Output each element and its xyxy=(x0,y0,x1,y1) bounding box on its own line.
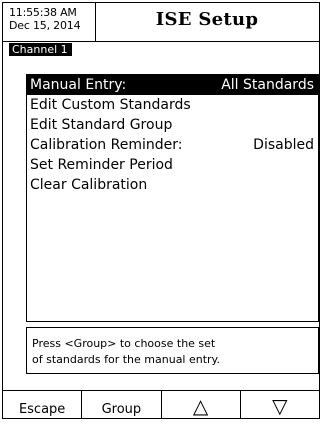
menu-item-label: Clear Calibration xyxy=(30,177,148,193)
menu-item-edit-custom-standards[interactable]: Edit Custom Standards xyxy=(27,95,318,115)
menu-item-value: Disabled xyxy=(253,137,314,153)
setup-menu: Manual Entry: All Standards Edit Custom … xyxy=(26,74,319,322)
menu-item-label: Edit Custom Standards xyxy=(30,97,191,113)
up-arrow-button[interactable]: △ xyxy=(162,391,241,419)
time-text: 11:55:38 AM xyxy=(9,6,77,19)
menu-item-manual-entry[interactable]: Manual Entry: All Standards xyxy=(27,75,318,95)
menu-item-label: Manual Entry: xyxy=(30,77,127,93)
menu-item-set-reminder-period[interactable]: Set Reminder Period xyxy=(27,155,318,175)
escape-button[interactable]: Escape xyxy=(3,391,83,419)
page-title: ISE Setup xyxy=(155,9,259,30)
down-arrow-button[interactable]: ▽ xyxy=(241,391,319,419)
down-triangle-icon: ▽ xyxy=(272,394,288,418)
menu-item-label: Calibration Reminder: xyxy=(30,137,183,153)
menu-item-calibration-reminder[interactable]: Calibration Reminder: Disabled xyxy=(27,135,318,155)
header-separator xyxy=(3,41,319,42)
help-text-box: Press <Group> to choose the set of stand… xyxy=(26,327,319,374)
help-text-line-1: Press <Group> to choose the set xyxy=(32,337,216,350)
menu-item-label: Edit Standard Group xyxy=(30,117,173,133)
channel-badge: Channel 1 xyxy=(9,43,72,56)
menu-item-clear-calibration[interactable]: Clear Calibration xyxy=(27,175,318,195)
help-text-line-2: of standards for the manual entry. xyxy=(32,353,220,366)
softkey-bar: Escape Group △ ▽ xyxy=(3,390,319,419)
up-triangle-icon: △ xyxy=(192,394,209,418)
menu-item-edit-standard-group[interactable]: Edit Standard Group xyxy=(27,115,318,135)
date-text: Dec 15, 2014 xyxy=(9,19,81,32)
instrument-screen: 11:55:38 AM Dec 15, 2014 ISE Setup Chann… xyxy=(2,2,320,419)
group-button[interactable]: Group xyxy=(82,391,162,419)
menu-item-value: All Standards xyxy=(221,77,314,93)
menu-item-label: Set Reminder Period xyxy=(30,157,173,173)
datetime: 11:55:38 AM Dec 15, 2014 xyxy=(9,6,95,41)
